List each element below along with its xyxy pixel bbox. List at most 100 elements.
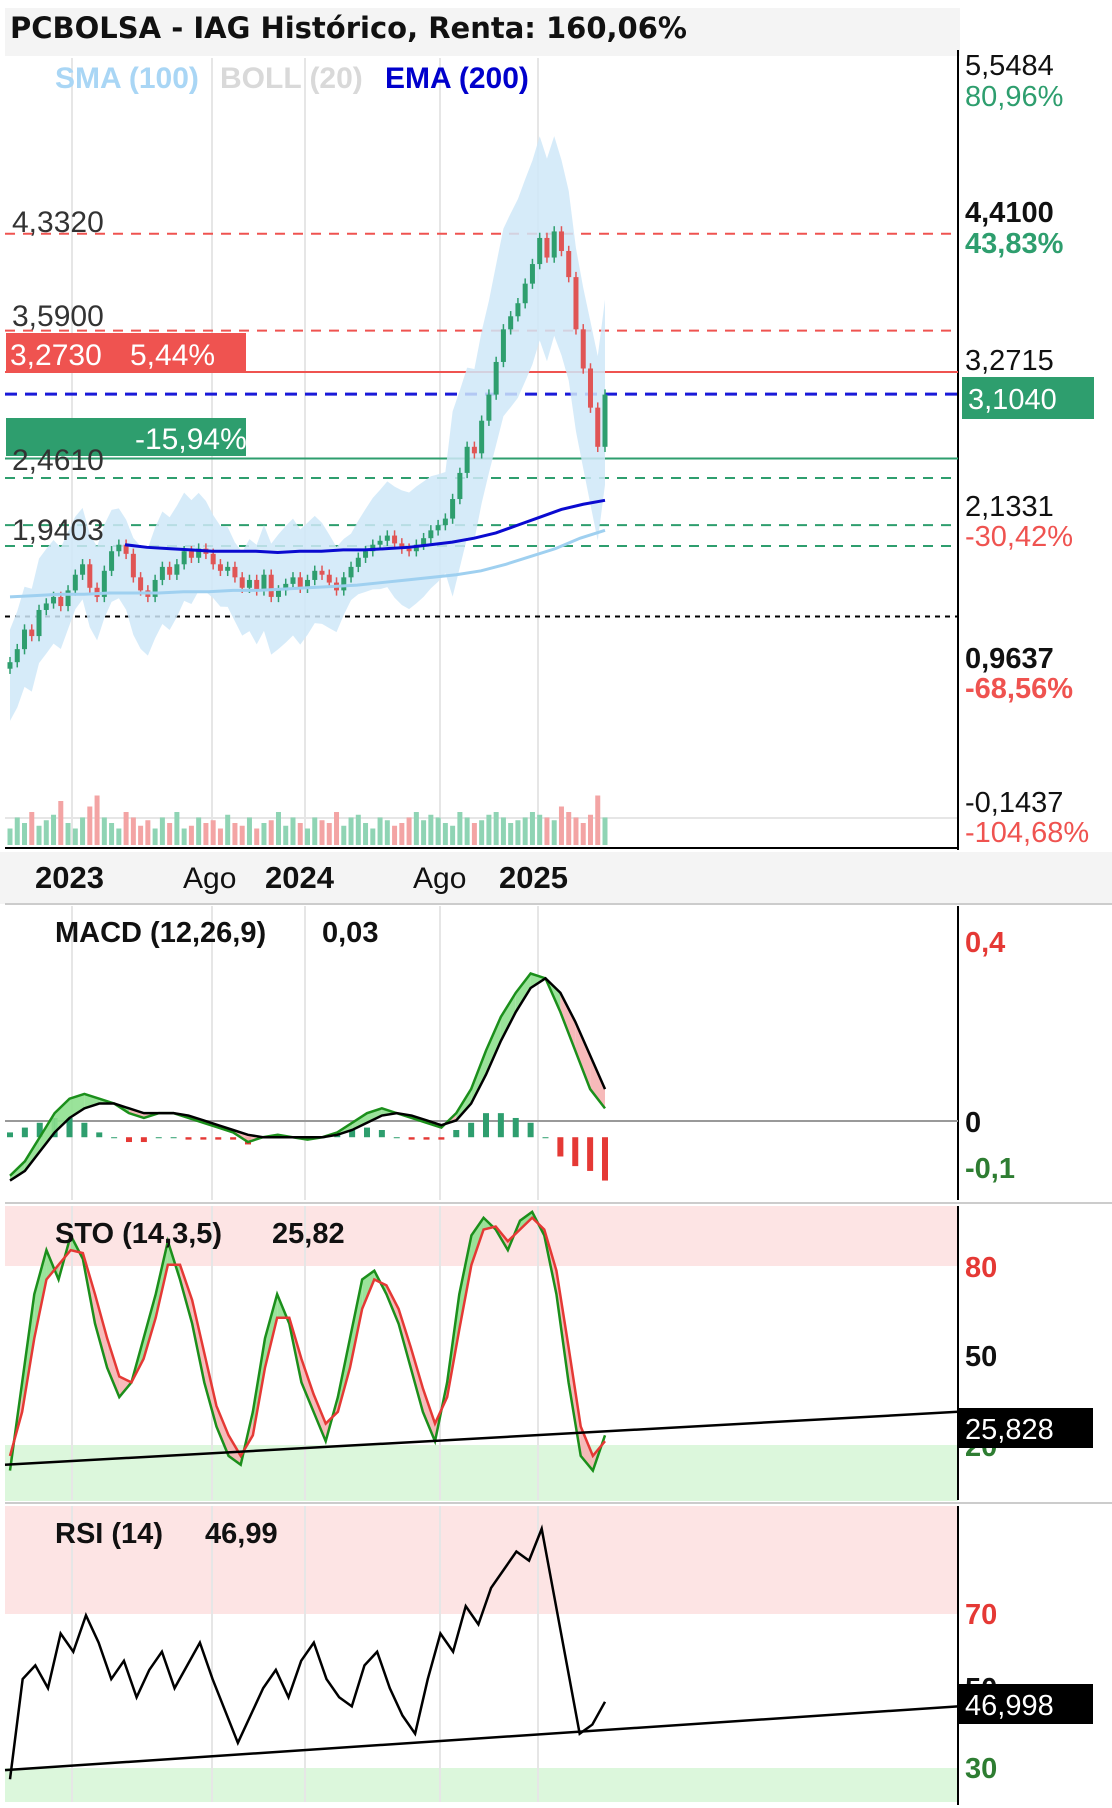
x-label-ago-1: Ago [183,862,236,895]
volume-bar [442,823,448,845]
candle-body [464,446,470,473]
volume-bar [348,817,354,845]
volume-bar [428,814,434,845]
macd-histogram-bar [602,1137,608,1181]
macd-histogram-bar [557,1137,564,1157]
stochastic-panel: STO (14,3,5) 25,82 80 50 20 25,828 [4,1202,1112,1501]
volume-bar [275,812,281,845]
candle-body [290,577,296,584]
volume-bar [305,828,310,845]
macd-histogram-bar [587,1137,594,1171]
volume-bar [268,820,274,845]
rsi-title: RSI (14) [55,1518,163,1550]
volume-bar [138,825,144,845]
macd-y-top: 0,4 [965,927,1005,959]
candle-body [355,557,361,567]
macd-histogram-bar [423,1137,430,1140]
candle-body [87,564,93,588]
legend-boll[interactable]: BOLL (20) [220,62,363,95]
volume-bar [22,823,28,845]
candle-body [210,553,216,565]
candle-body [493,361,499,395]
candle-body [7,662,13,669]
macd-histogram-bar [438,1137,445,1140]
macd-histogram-bar [111,1137,118,1139]
volume-bar [65,823,71,845]
candle-body [544,237,550,258]
volume-bar [326,823,332,845]
macd-histogram-bar [81,1122,88,1138]
candle-body [261,574,267,591]
candle-body [297,577,303,588]
legend-ema[interactable]: EMA (200) [385,62,529,95]
volume-bar [392,825,398,845]
candle-body [246,579,252,588]
volume-bar [464,817,470,845]
rsi-y-30: 30 [965,1753,997,1785]
volume-bar [94,795,100,845]
y-pct-high: 43,83% [965,228,1064,260]
candle-body [319,570,325,575]
x-label-2025: 2025 [499,860,568,895]
volume-bar [406,817,412,845]
candle-body [450,499,456,519]
rsi-panel: RSI (14) 46,99 70 50 30 46,998 [4,1502,1112,1805]
candle-body [384,535,390,541]
candle-body [72,574,78,591]
candle-body [130,553,136,578]
volume-bar [51,814,57,845]
candle-body [508,316,514,330]
volume-bar [246,817,252,845]
macd-y-zero: 0 [965,1107,981,1139]
candle-body [138,577,144,591]
chart-title: PCBOLSA - IAG Histórico, Renta: 160,06% [10,11,687,45]
candle-body [36,609,42,637]
volume-bar [529,812,535,845]
macd-histogram-bar [364,1127,370,1138]
macd-histogram-bar [378,1130,385,1138]
candle-body [14,649,20,663]
sto-value: 25,82 [272,1218,345,1250]
y-pct-top: 80,96% [965,81,1063,113]
x-label-2023: 2023 [35,860,104,895]
volume-bar [72,828,78,845]
candle-body [109,551,115,571]
level-label-4332: 4,3320 [12,206,104,239]
last-price-label: 3,1040 [968,384,1057,416]
volume-bar [573,817,579,845]
volume-bar [196,817,202,845]
candle-body [268,574,274,597]
volume-bar [116,828,122,845]
volume-bar [239,825,245,845]
candle-body [80,564,86,575]
candle-body [500,329,506,362]
volume-bar [457,812,463,845]
volume-bar [123,812,129,845]
x-label-2024: 2024 [265,860,335,895]
candle-body [558,231,564,252]
candle-body [58,596,64,607]
volume-bar [58,801,64,845]
macd-histogram-bar [497,1113,504,1138]
candle-body [392,535,398,544]
candle-body [515,303,521,317]
candle-body [232,566,238,578]
candle-body [435,525,441,531]
macd-histogram-bar [21,1127,28,1138]
candle-body [181,551,187,565]
volume-bar [167,823,173,845]
volume-bar [602,817,608,845]
volume-bar [152,828,158,845]
y-pct-bottom: -104,68% [965,817,1089,849]
candle-body [406,548,412,552]
macd-histogram-bar [468,1122,475,1138]
volume-bar [544,817,550,845]
level-label-3273: 3,2730 [10,339,102,372]
legend-sma[interactable]: SMA (100) [55,62,199,95]
candle-body [428,530,434,539]
candle-body [471,446,477,454]
volume-bar [145,820,151,845]
candle-body [348,566,354,578]
volume-bar [203,823,209,845]
volume-bar [450,825,456,845]
